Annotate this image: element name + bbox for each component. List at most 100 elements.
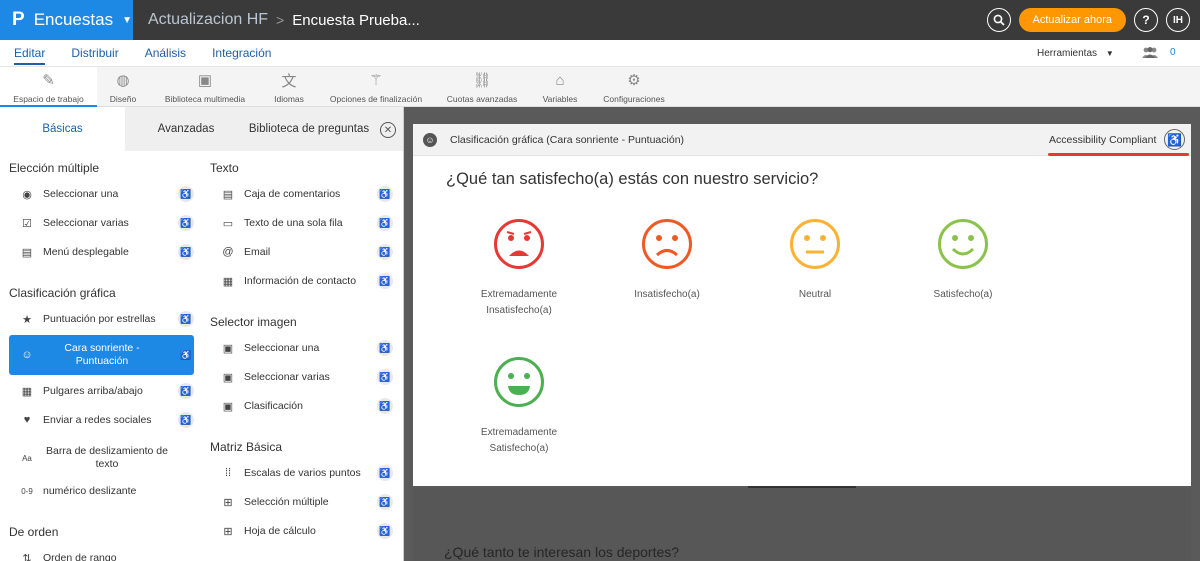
tool-advanced-quotas[interactable]: ⛓ Cuotas avanzadas bbox=[444, 67, 520, 107]
close-icon: ✕ bbox=[383, 124, 393, 136]
translate-icon: 文 bbox=[281, 72, 297, 90]
star-icon: ★ bbox=[22, 313, 32, 326]
image-icon: ▣ bbox=[222, 342, 234, 355]
qtype-cara-sonriente[interactable]: ☺ Cara sonriente - Puntuación ♿ bbox=[9, 335, 194, 375]
contact-card-icon: ▦ bbox=[222, 275, 234, 288]
qtype-hoja-calculo[interactable]: ⊞ Hoja de cálculo ♿ bbox=[210, 518, 393, 544]
qtype-menu-desplegable[interactable]: ▤ Menú desplegable ♿ bbox=[9, 239, 194, 265]
collaborators-count: 0 bbox=[1170, 47, 1176, 58]
tool-design[interactable]: ◍ Diseño bbox=[97, 67, 149, 107]
tool-settings[interactable]: ⚙ Configuraciones bbox=[600, 67, 668, 107]
tab-analisis[interactable]: Análisis bbox=[145, 46, 186, 65]
caret-down-icon: ▼ bbox=[1105, 49, 1114, 58]
accessibility-icon: ♿ bbox=[377, 494, 393, 510]
search-button[interactable] bbox=[986, 8, 1011, 32]
heart-bubble-icon: ♥ bbox=[23, 414, 31, 426]
tools-label: Herramientas bbox=[1037, 48, 1098, 59]
text-slider-icon: Aa bbox=[22, 453, 32, 463]
face-label: Extremadamente Insatisfecho(a) bbox=[480, 289, 558, 316]
qtype-barra-texto[interactable]: Aa Barra de deslizamiento de texto bbox=[9, 442, 194, 474]
single-row-icon: ▭ bbox=[222, 217, 234, 230]
qtype-label: Seleccionar una bbox=[43, 188, 119, 200]
section-texto: Texto bbox=[210, 161, 239, 175]
tab-distribuir[interactable]: Distribuir bbox=[71, 46, 118, 65]
qtype-imagen-una[interactable]: ▣ Seleccionar una ♿ bbox=[210, 335, 393, 361]
qtype-label: Puntuación por estrellas bbox=[43, 313, 156, 325]
help-button[interactable]: ? bbox=[1134, 8, 1158, 32]
tool-variables[interactable]: ⌂ Variables bbox=[537, 67, 583, 107]
qtype-redes-sociales[interactable]: ♥ Enviar a redes sociales ♿ bbox=[9, 407, 194, 433]
accessibility-icon: ♿ bbox=[377, 215, 393, 231]
qtype-pulgares[interactable]: ▦ Pulgares arriba/abajo ♿ bbox=[9, 378, 194, 404]
tab-biblioteca[interactable]: Biblioteca de preguntas bbox=[247, 107, 371, 151]
qtype-seleccionar-una[interactable]: ◉ Seleccionar una ♿ bbox=[9, 181, 194, 207]
tab-integracion[interactable]: Integración bbox=[212, 46, 271, 65]
tool-languages[interactable]: 文 Idiomas bbox=[264, 67, 314, 107]
sad-face-icon[interactable] bbox=[641, 218, 693, 270]
neutral-face-icon[interactable] bbox=[789, 218, 841, 270]
qtype-texto-una-fila[interactable]: ▭ Texto de una sola fila ♿ bbox=[210, 210, 393, 236]
collaborators-button[interactable]: 0 bbox=[1141, 47, 1176, 58]
qtype-label: Enviar a redes sociales bbox=[43, 414, 152, 426]
happy-face-icon[interactable] bbox=[937, 218, 989, 270]
magic-wand-icon: ⚚ bbox=[369, 72, 383, 89]
images-icon: ▣ bbox=[222, 371, 234, 384]
tool-workspace[interactable]: ✎ Espacio de trabajo bbox=[0, 67, 97, 107]
smiley-icon: ☺ bbox=[423, 133, 437, 147]
tool-label: Configuraciones bbox=[603, 94, 665, 104]
tab-editar[interactable]: Editar bbox=[14, 46, 46, 65]
numeric-slider-icon: 0-9 bbox=[21, 486, 33, 496]
tool-label: Cuotas avanzadas bbox=[446, 94, 518, 104]
tab-avanzadas[interactable]: Avanzadas bbox=[125, 107, 247, 151]
qtype-seleccion-multiple[interactable]: ⊞ Selección múltiple ♿ bbox=[210, 489, 393, 515]
user-avatar[interactable]: IH bbox=[1166, 8, 1190, 32]
qtype-caja-comentarios[interactable]: ▤ Caja de comentarios ♿ bbox=[210, 181, 393, 207]
qtype-imagen-varias[interactable]: ▣ Seleccionar varias ♿ bbox=[210, 364, 393, 390]
qtype-email[interactable]: @ Email ♿ bbox=[210, 239, 393, 265]
tool-media-library[interactable]: ▣ Biblioteca multimedia bbox=[158, 67, 252, 107]
tools-menu[interactable]: Herramientas ▼ bbox=[1037, 48, 1114, 59]
qtype-imagen-clasificacion[interactable]: ▣ Clasificación ♿ bbox=[210, 393, 393, 419]
qtype-label: Información de contacto bbox=[244, 275, 357, 287]
qtype-estrellas[interactable]: ★ Puntuación por estrellas ♿ bbox=[9, 306, 194, 332]
face-label: Satisfecho(a) bbox=[933, 289, 993, 300]
users-icon bbox=[1142, 47, 1158, 58]
update-now-button[interactable]: Actualizar ahora bbox=[1018, 8, 1126, 32]
qtype-orden-rango[interactable]: ⇅ Orden de rango bbox=[9, 545, 194, 561]
question-text[interactable]: ¿Qué tan satisfecho(a) estás con nuestro… bbox=[446, 170, 818, 189]
qtype-informacion-contacto[interactable]: ▦ Información de contacto ♿ bbox=[210, 268, 393, 294]
qtype-escalas-varios-puntos[interactable]: ⁞⁞ Escalas de varios puntos ♿ bbox=[210, 460, 393, 486]
app-switcher[interactable]: P Encuestas ▼ bbox=[0, 0, 133, 40]
top-bar: P Encuestas ▼ Actualizacion HF > Encuest… bbox=[0, 0, 1200, 40]
accessibility-icon: ♿ bbox=[178, 383, 194, 399]
smiley-icon: ☺ bbox=[21, 349, 33, 361]
workspace-toolbar: ✎ Espacio de trabajo ◍ Diseño ▣ Bibliote… bbox=[0, 67, 1200, 107]
qtype-numerico-deslizante[interactable]: 0-9 numérico deslizante bbox=[9, 478, 194, 504]
accessibility-icon: ♿ bbox=[377, 523, 393, 539]
matrix-check-icon: ⊞ bbox=[223, 496, 233, 509]
accessibility-icon: ♿ bbox=[377, 369, 393, 385]
qtype-label: Caja de comentarios bbox=[244, 188, 341, 200]
palette-icon: ◍ bbox=[116, 72, 130, 89]
next-question-text[interactable]: ¿Qué tanto te interesan los deportes? bbox=[444, 544, 679, 560]
accessibility-icon: ♿ bbox=[178, 244, 194, 260]
highlight-underline bbox=[1048, 153, 1189, 156]
image-icon: ▣ bbox=[197, 72, 213, 89]
accessibility-icon: ♿ bbox=[377, 186, 393, 202]
gear-icon: ⚙ bbox=[627, 72, 641, 89]
image-rank-icon: ▣ bbox=[222, 400, 234, 413]
tool-finish-options[interactable]: ⚚ Opciones de finalización bbox=[325, 67, 427, 107]
breadcrumb-project[interactable]: Actualizacion HF bbox=[148, 11, 268, 29]
very-happy-face-icon[interactable] bbox=[493, 356, 545, 408]
thumbs-icon: ▦ bbox=[21, 385, 33, 398]
breadcrumb-survey[interactable]: Encuesta Prueba... bbox=[292, 12, 420, 29]
accessibility-icon[interactable]: ♿ bbox=[1164, 129, 1185, 150]
qtype-label: Hoja de cálculo bbox=[244, 525, 316, 537]
tab-basicas[interactable]: Básicas bbox=[0, 107, 125, 151]
very-sad-face-icon[interactable] bbox=[493, 218, 545, 270]
close-panel-button[interactable]: ✕ bbox=[380, 122, 396, 138]
qtype-label: Seleccionar varias bbox=[244, 371, 330, 383]
at-icon: @ bbox=[222, 246, 234, 258]
qtype-seleccionar-varias[interactable]: ☑ Seleccionar varias ♿ bbox=[9, 210, 194, 236]
accessibility-icon: ♿ bbox=[377, 465, 393, 481]
